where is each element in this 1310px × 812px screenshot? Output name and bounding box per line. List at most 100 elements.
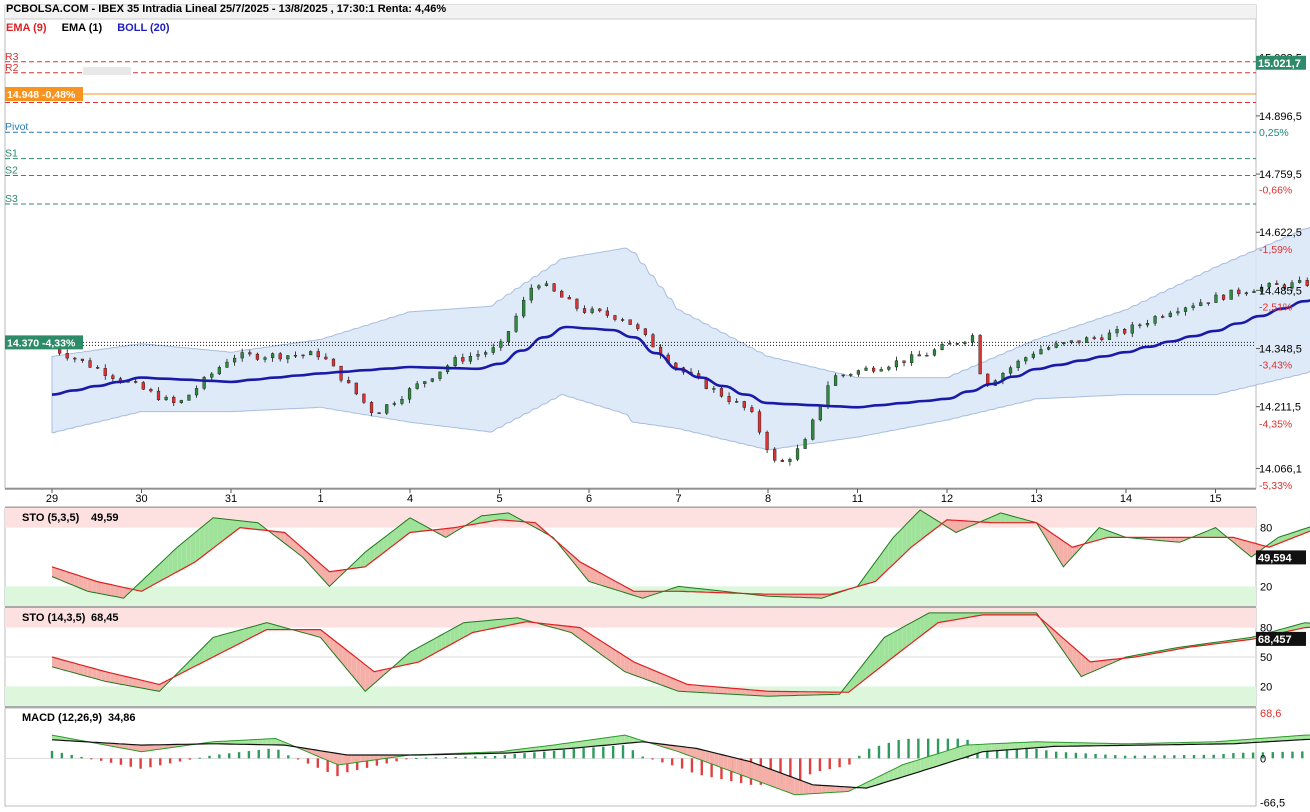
- candle-down: [651, 334, 655, 348]
- y-tick-label: 14.485,5: [1259, 285, 1302, 297]
- macd-name: MACD (12,26,9): [22, 712, 102, 724]
- macd-fill-segment: [262, 738, 267, 745]
- macd-histogram-bar: [100, 758, 103, 761]
- macd-histogram-bar: [257, 749, 260, 759]
- sto2-fill-segment: [718, 687, 724, 694]
- macd-histogram-bar: [848, 758, 851, 765]
- level-label-s1: S1: [5, 148, 18, 160]
- candle-up: [970, 335, 975, 343]
- macd-histogram-bar: [1084, 753, 1087, 759]
- level-label-pivot: Pivot: [5, 121, 28, 133]
- candle-down: [1092, 337, 1096, 339]
- macd-histogram-bar: [1025, 748, 1028, 759]
- sto1-y-label: 20: [1260, 581, 1272, 593]
- candle-up: [430, 378, 434, 382]
- macd-fill-segment: [342, 754, 348, 765]
- macd-histogram-bar: [661, 758, 664, 763]
- macd-histogram-bar: [1251, 752, 1255, 759]
- macd-histogram-bar: [188, 758, 192, 760]
- chart-canvas: R3R2R1PivotS1S2S315.033,514.896,514.759,…: [4, 4, 1310, 809]
- chart-title: PCBOLSA.COM - IBEX 35 Intradia Lineal 25…: [6, 3, 447, 15]
- macd-fill-segment: [915, 759, 921, 773]
- price-badge-label-1: 14.370 -4,33%: [7, 337, 76, 349]
- candle-up: [849, 374, 853, 376]
- y-tick-label: 14.066,1: [1259, 463, 1302, 475]
- sto1-fill-segment: [101, 582, 106, 595]
- macd-plot-area: [4, 707, 1257, 807]
- x-tick-label-12: 12: [941, 493, 953, 505]
- macd-fill-segment: [1009, 742, 1015, 750]
- candle-up: [1191, 305, 1195, 308]
- candle-down: [727, 396, 731, 402]
- candle-down: [172, 396, 176, 403]
- candle-down: [134, 381, 138, 383]
- candle-down: [1138, 324, 1142, 327]
- candle-up: [841, 374, 845, 377]
- macd-histogram-bar: [828, 758, 831, 770]
- sto2-fill-segment: [709, 686, 715, 694]
- candle-down: [613, 315, 617, 320]
- macd-histogram-bar: [1074, 752, 1078, 759]
- sto2-fill-segment: [732, 688, 737, 695]
- candle-up: [1054, 343, 1058, 348]
- candle-up: [202, 377, 206, 389]
- sto2-fill-segment: [222, 633, 227, 653]
- macd-histogram-bar: [316, 758, 320, 768]
- macd-fill-segment: [338, 753, 343, 765]
- macd-fill-segment: [360, 755, 366, 762]
- sto1-fill-segment: [87, 578, 93, 593]
- macd-histogram-bar: [858, 755, 861, 759]
- legend-ema-9[interactable]: EMA (9): [6, 22, 47, 34]
- candle-up: [1046, 347, 1051, 350]
- macd-histogram-bar: [483, 756, 487, 759]
- candle-up: [932, 349, 937, 356]
- macd-histogram-bar: [1271, 752, 1274, 759]
- sto2-fill-segment: [226, 632, 231, 651]
- macd-histogram-bar: [631, 750, 635, 759]
- macd-histogram-bar: [592, 747, 595, 759]
- macd-histogram-bar: [641, 756, 644, 759]
- candle-up: [735, 401, 739, 403]
- x-tick-label-14: 14: [1120, 493, 1132, 505]
- sto-5-3-5-panel: 80 20 49,594 STO (5,3,5) 49,59: [4, 507, 1310, 608]
- macd-fill-segment: [799, 779, 804, 795]
- candle-up: [537, 285, 541, 289]
- sto1-fill-segment: [199, 525, 205, 559]
- macd-histogram-bar: [247, 751, 251, 759]
- sto1-fill-segment: [240, 520, 245, 529]
- macd-histogram-bar: [474, 756, 477, 759]
- x-tick-label-1: 1: [317, 493, 323, 505]
- candle-up: [1062, 342, 1066, 344]
- candle-down: [96, 367, 100, 369]
- candle-up: [423, 381, 427, 384]
- macd-fill-segment: [351, 755, 357, 764]
- sto2-fill-segment: [101, 670, 106, 682]
- macd-histogram-bar: [611, 745, 615, 759]
- macd-fill-segment: [620, 735, 625, 744]
- macd-histogram-bar: [1094, 753, 1097, 759]
- sto2-fill-segment: [714, 686, 719, 694]
- sto2-fill-segment: [768, 691, 773, 697]
- candle-up: [179, 400, 183, 403]
- x-tick-label-6: 6: [586, 493, 592, 505]
- macd-histogram-bar: [277, 749, 280, 759]
- legend-ema-1[interactable]: EMA (1): [62, 22, 103, 34]
- macd-histogram-bar: [287, 755, 290, 759]
- sto2-fill-segment: [776, 691, 782, 696]
- candle-up: [164, 396, 168, 401]
- macd-histogram-bar: [424, 757, 428, 759]
- macd-histogram-bar: [927, 738, 930, 759]
- macd-histogram-bar: [572, 748, 575, 759]
- candle-down: [1100, 337, 1104, 340]
- candle-up: [894, 360, 899, 368]
- macd-histogram-bar: [671, 758, 674, 766]
- sto2-fill-segment: [888, 632, 894, 661]
- macd-histogram-bar: [1114, 755, 1117, 759]
- x-tick-label-30: 30: [135, 493, 147, 505]
- macd-fill-segment: [584, 740, 589, 748]
- macd-histogram-bar: [1163, 755, 1166, 759]
- candle-down: [773, 449, 777, 461]
- legend-boll-20[interactable]: BOLL (20): [117, 22, 169, 34]
- sto1-fill-segment: [92, 580, 97, 593]
- sto1-fill-segment: [915, 510, 921, 544]
